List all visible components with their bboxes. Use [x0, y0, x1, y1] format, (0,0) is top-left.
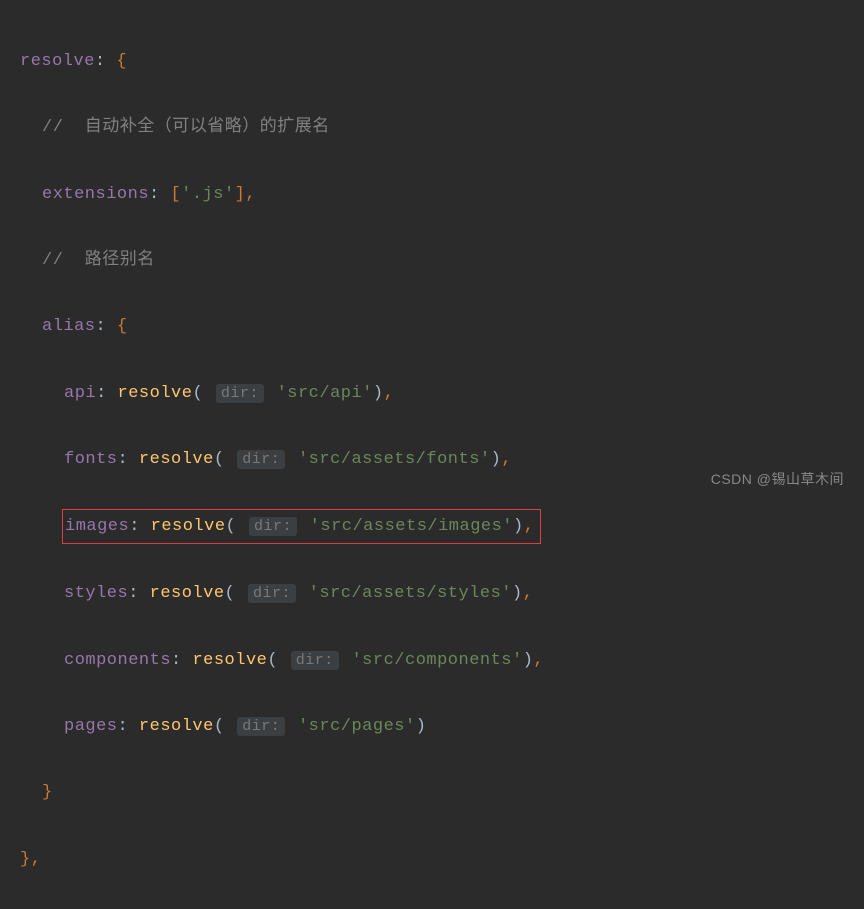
- code-line: // 路径别名: [20, 244, 844, 277]
- property-name: extensions: [42, 185, 149, 204]
- code-line: styles: resolve( dir: 'src/assets/styles…: [20, 577, 844, 610]
- function-call: resolve: [118, 384, 193, 403]
- param-hint: dir:: [249, 517, 297, 536]
- watermark: CSDN @锡山草木间: [711, 466, 844, 493]
- param-hint: dir:: [216, 384, 264, 403]
- function-call: resolve: [192, 651, 267, 670]
- code-line: api: resolve( dir: 'src/api'),: [20, 377, 844, 410]
- string-literal: 'src/assets/fonts': [298, 450, 491, 469]
- brace: {: [116, 52, 127, 71]
- param-hint: dir:: [291, 651, 339, 670]
- param-hint: dir:: [248, 584, 296, 603]
- code-line: pages: resolve( dir: 'src/pages'): [20, 710, 844, 743]
- string-literal: 'src/pages': [298, 717, 416, 736]
- function-call: resolve: [150, 584, 225, 603]
- property-name: resolve: [20, 52, 95, 71]
- property-name: api: [64, 384, 96, 403]
- code-line: alias: {: [20, 310, 844, 343]
- string-literal: 'src/components': [351, 651, 522, 670]
- function-call: resolve: [151, 517, 226, 536]
- code-line: extensions: ['.js'],: [20, 178, 844, 211]
- code-line: }: [20, 776, 844, 809]
- string-literal: 'src/assets/images': [310, 517, 513, 536]
- code-line: },: [20, 843, 844, 876]
- comment: // 自动补全（可以省略）的扩展名: [42, 118, 330, 137]
- string-literal: 'src/assets/styles': [309, 584, 512, 603]
- property-name: alias: [42, 317, 96, 336]
- string-literal: 'src/api': [277, 384, 373, 403]
- param-hint: dir:: [237, 717, 285, 736]
- param-hint: dir:: [237, 450, 285, 469]
- highlight-box: images: resolve( dir: 'src/assets/images…: [62, 509, 541, 544]
- brace: {: [117, 317, 128, 336]
- comment: // 路径别名: [42, 251, 155, 270]
- code-block: resolve: { // 自动补全（可以省略）的扩展名 extensions:…: [20, 12, 844, 909]
- property-name: images: [65, 517, 129, 536]
- property-name: components: [64, 651, 171, 670]
- function-call: resolve: [139, 717, 214, 736]
- brace: },: [20, 850, 41, 869]
- brace: }: [42, 783, 53, 802]
- string-literal: '.js': [181, 185, 235, 204]
- code-line-highlighted: images: resolve( dir: 'src/assets/images…: [20, 509, 844, 544]
- property-name: styles: [64, 584, 128, 603]
- code-line: resolve: {: [20, 45, 844, 78]
- property-name: fonts: [64, 450, 118, 469]
- code-line: // 自动补全（可以省略）的扩展名: [20, 111, 844, 144]
- function-call: resolve: [139, 450, 214, 469]
- property-name: pages: [64, 717, 118, 736]
- code-line: components: resolve( dir: 'src/component…: [20, 644, 844, 677]
